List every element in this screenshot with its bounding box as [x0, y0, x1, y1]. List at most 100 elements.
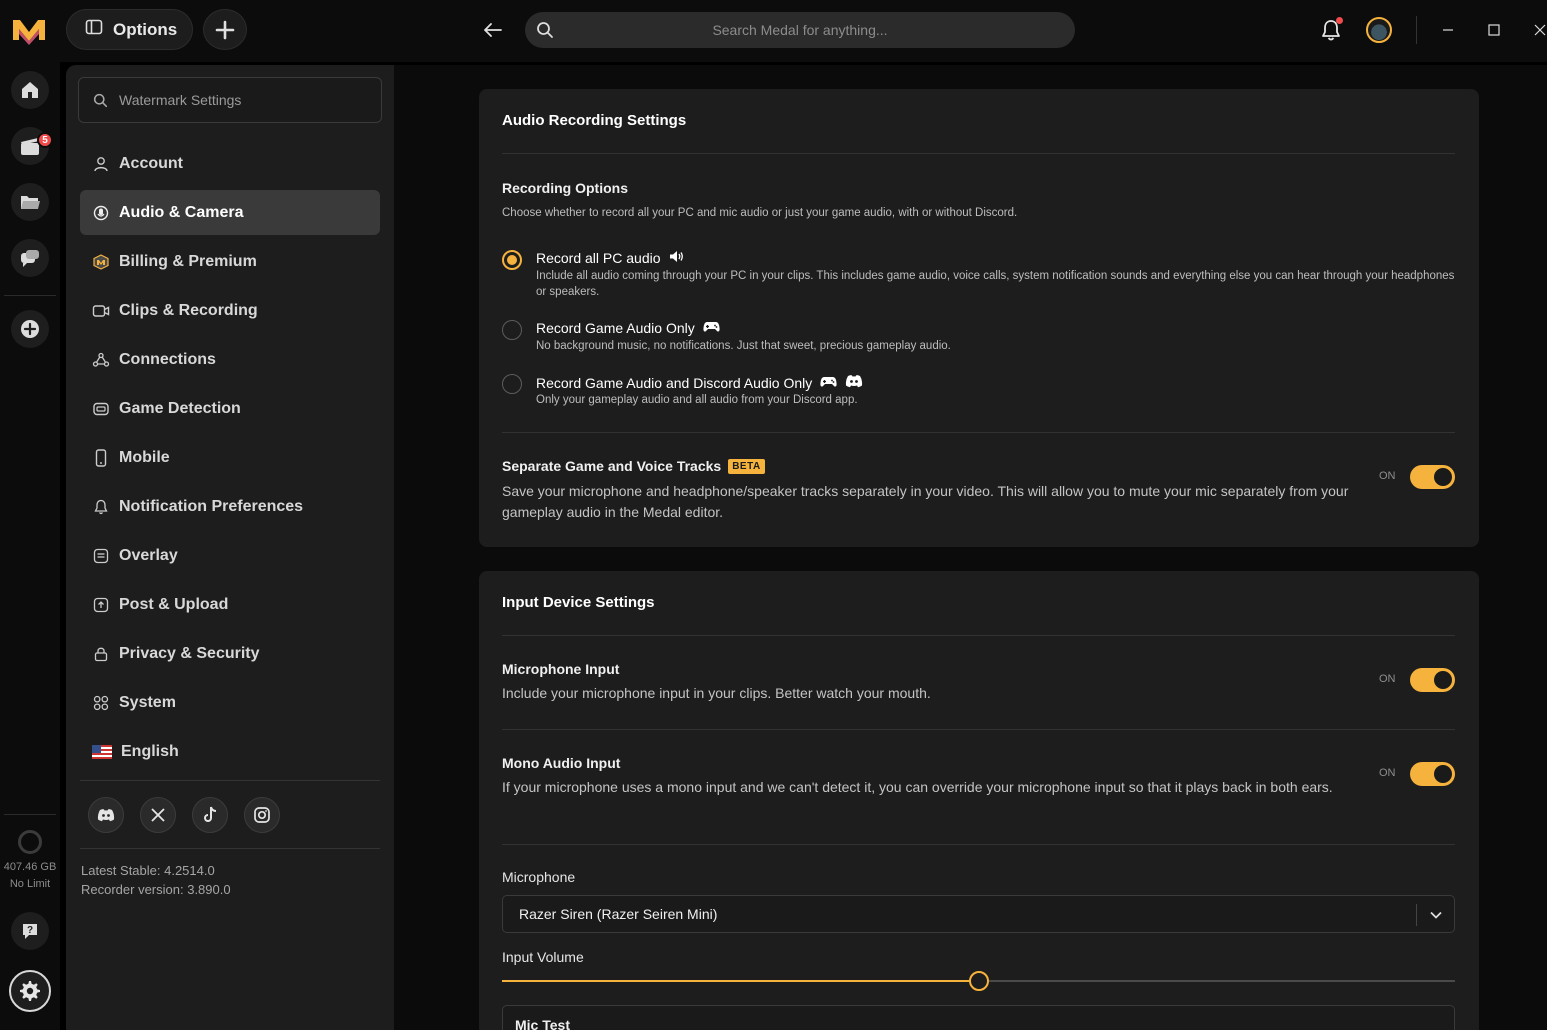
- sidebar-item-label: Privacy & Security: [119, 644, 260, 662]
- premium-icon: [92, 253, 110, 271]
- option-label[interactable]: Record Game Audio and Discord Audio Only: [536, 374, 863, 391]
- mic-test-panel[interactable]: Mic Test: [502, 1005, 1455, 1030]
- toggle-state-label: ON: [1379, 470, 1396, 482]
- sidebar-item-clips-recording[interactable]: Clips & Recording: [80, 288, 380, 333]
- divider: [502, 153, 1455, 154]
- latest-stable-version: Latest Stable: 4.2514.0: [81, 863, 215, 878]
- sidebar-item-post-upload[interactable]: Post & Upload: [80, 582, 380, 627]
- recording-options-title: Recording Options: [502, 180, 628, 196]
- radio-record-game-and-discord-audio[interactable]: [502, 374, 522, 394]
- gear-icon: [20, 981, 40, 1001]
- radio-record-game-audio-only[interactable]: [502, 320, 522, 340]
- divider: [1416, 16, 1417, 44]
- close-button[interactable]: [1530, 20, 1547, 40]
- help-bubble-icon: ?: [23, 924, 37, 939]
- card-title: Input Device Settings: [502, 594, 655, 611]
- sidebar-item-overlay[interactable]: Overlay: [80, 533, 380, 578]
- settings-search[interactable]: [78, 77, 382, 123]
- sidebar-item-system[interactable]: System: [80, 680, 380, 725]
- instagram-link[interactable]: [244, 797, 280, 833]
- sidebar-item-label: Billing & Premium: [119, 252, 257, 270]
- discord-link[interactable]: [88, 797, 124, 833]
- mobile-icon: [92, 448, 110, 467]
- select-divider: [1416, 904, 1417, 926]
- global-search[interactable]: [525, 12, 1075, 48]
- microphone-select-value: Razer Siren (Razer Seiren Mini): [519, 906, 718, 922]
- slider-thumb[interactable]: [968, 971, 989, 991]
- option-label-text: Record Game Audio Only: [536, 320, 695, 336]
- audio-recording-card: Audio Recording Settings Recording Optio…: [479, 89, 1479, 547]
- microphone-label: Microphone: [502, 869, 576, 885]
- divider: [502, 635, 1455, 636]
- add-button[interactable]: [203, 9, 247, 50]
- avatar[interactable]: [1366, 17, 1392, 43]
- sidebar-item-privacy-security[interactable]: Privacy & Security: [80, 631, 380, 676]
- add-game-button[interactable]: [11, 310, 49, 348]
- settings-button[interactable]: [9, 970, 51, 1012]
- option-desc: Include all audio coming through your PC…: [536, 270, 1455, 298]
- microphone-icon: [92, 204, 110, 222]
- connections-icon: [92, 351, 110, 369]
- upload-icon: [92, 596, 110, 614]
- sidebar-item-label: Connections: [119, 350, 216, 368]
- sidebar-item-connections[interactable]: Connections: [80, 337, 380, 382]
- sidebar-item-game-detection[interactable]: Game Detection: [80, 386, 380, 431]
- tiktok-link[interactable]: [192, 797, 228, 833]
- close-icon: [1534, 24, 1546, 36]
- back-button[interactable]: [480, 17, 506, 43]
- sidebar-item-language[interactable]: English: [80, 729, 380, 774]
- option-label[interactable]: Record Game Audio Only: [536, 320, 720, 336]
- separate-tracks-desc: Save your microphone and headphone/speak…: [502, 483, 1349, 520]
- plus-icon: [215, 20, 235, 39]
- sidebar-item-label: Account: [119, 154, 183, 172]
- option-label[interactable]: Record all PC audio: [536, 250, 684, 266]
- library-button[interactable]: [11, 183, 49, 221]
- storage-size: 407.46 GB: [3, 861, 57, 873]
- global-search-input[interactable]: [565, 12, 1035, 48]
- sidebar-item-billing[interactable]: Billing & Premium: [80, 239, 380, 284]
- slider-fill: [502, 980, 979, 982]
- settings-search-input[interactable]: [119, 78, 374, 122]
- divider: [502, 729, 1455, 730]
- maximize-button[interactable]: [1484, 20, 1504, 40]
- storage-ring-icon: [18, 830, 42, 854]
- radio-record-all-pc-audio[interactable]: [502, 250, 522, 270]
- microphone-select[interactable]: Razer Siren (Razer Seiren Mini): [502, 895, 1455, 933]
- sidebar-item-mobile[interactable]: Mobile: [80, 435, 380, 480]
- sidebar-item-notifications[interactable]: Notification Preferences: [80, 484, 380, 529]
- chat-button[interactable]: [11, 239, 49, 277]
- input-device-card: Input Device Settings Microphone Input I…: [479, 571, 1479, 1030]
- sidebar-item-account[interactable]: Account: [80, 141, 380, 186]
- sidebar-item-label: Mobile: [119, 448, 170, 466]
- x-link[interactable]: [140, 797, 176, 833]
- user-icon: [92, 155, 110, 173]
- divider: [502, 844, 1455, 845]
- sidebar-item-audio-camera[interactable]: Audio & Camera: [80, 190, 380, 235]
- options-button[interactable]: Options: [66, 9, 193, 50]
- gamepad-icon: [703, 320, 720, 336]
- settings-sidebar: Account Audio & Camera Billing & Premium…: [66, 65, 394, 1030]
- mono-input-toggle[interactable]: [1410, 762, 1455, 786]
- input-volume-slider[interactable]: [502, 971, 1455, 991]
- medal-logo-icon[interactable]: [10, 14, 48, 46]
- sidebar-item-label: Audio & Camera: [119, 203, 244, 221]
- sidebar-item-label: Overlay: [119, 546, 178, 564]
- feedback-button[interactable]: ?: [11, 912, 49, 950]
- settings-content: Audio Recording Settings Recording Optio…: [394, 65, 1547, 1030]
- options-label: Options: [113, 19, 178, 39]
- mono-input-desc: If your microphone uses a mono input and…: [502, 779, 1333, 795]
- mic-input-toggle[interactable]: [1410, 668, 1455, 692]
- home-button[interactable]: [11, 71, 49, 109]
- lock-icon: [92, 645, 110, 663]
- recording-options-desc: Choose whether to record all your PC and…: [502, 207, 1018, 219]
- option-desc: No background music, no notifications. J…: [536, 340, 951, 352]
- folder-icon: [21, 196, 40, 209]
- gamepad-icon: [820, 375, 837, 391]
- discord-icon: [845, 374, 863, 391]
- minimize-button[interactable]: [1438, 20, 1458, 40]
- separate-tracks-toggle[interactable]: [1410, 465, 1455, 489]
- camera-icon: [92, 302, 110, 320]
- sidebar-toggle-icon: [85, 18, 103, 41]
- notifications-button[interactable]: [1318, 17, 1344, 43]
- clips-badge: 5: [37, 132, 53, 148]
